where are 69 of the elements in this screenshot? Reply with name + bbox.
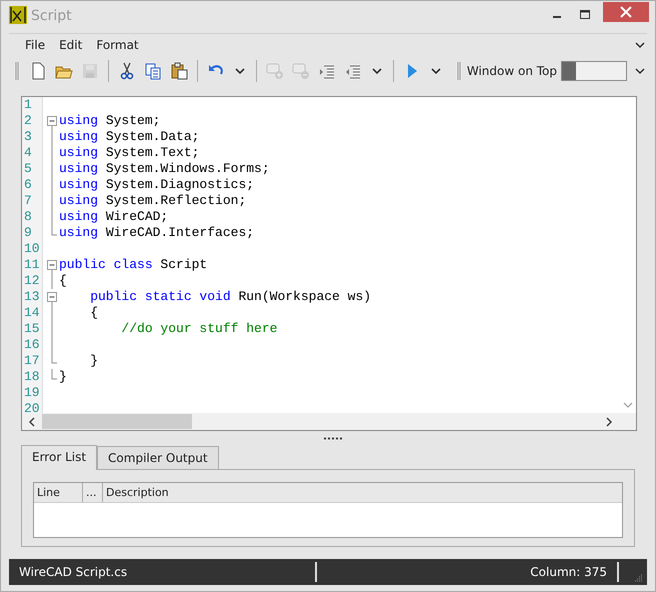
line-number: 16: [23, 337, 41, 353]
menu-item[interactable]: Format: [96, 38, 139, 52]
app-logo-icon: [9, 6, 27, 24]
line-number: 20: [23, 401, 41, 413]
code-line: }: [59, 369, 67, 385]
line-number: 6: [23, 177, 33, 193]
line-number: 10: [23, 241, 41, 257]
chevron-down-icon[interactable]: [635, 67, 645, 75]
line-number: 4: [23, 145, 33, 161]
window-on-top-label: Window on Top: [466, 64, 557, 78]
column-header[interactable]: ...: [83, 483, 103, 502]
line-number: 3: [23, 129, 33, 145]
chevron-down-icon[interactable]: [635, 41, 645, 49]
line-number: 17: [23, 353, 41, 369]
code-line: using WireCAD.Interfaces;: [59, 225, 254, 241]
column-header[interactable]: Description: [103, 483, 622, 502]
splitter-handle[interactable]: [323, 437, 343, 440]
scroll-right-icon[interactable]: [605, 416, 613, 426]
fold-toggle-icon[interactable]: [46, 289, 58, 305]
line-number: 19: [23, 385, 41, 401]
line-number: 18: [23, 369, 41, 385]
code-line: using System.Diagnostics;: [59, 177, 254, 193]
code-line: using System.Text;: [59, 145, 200, 161]
code-line: using System;: [59, 113, 160, 129]
fold-toggle-icon[interactable]: [46, 257, 58, 273]
code-editor[interactable]: [21, 96, 637, 431]
line-number: 7: [23, 193, 33, 209]
line-number: 5: [23, 161, 33, 177]
paste-icon[interactable]: [170, 62, 188, 80]
code-line: using WireCAD;: [59, 209, 168, 225]
code-line: public class Script: [59, 257, 208, 273]
code-line: {: [59, 273, 67, 289]
code-line: }: [89, 353, 98, 369]
fold-toggle-icon[interactable]: [46, 113, 58, 129]
menu-item[interactable]: File: [25, 38, 46, 52]
line-number: 12: [23, 273, 41, 289]
line-number: 2: [23, 113, 33, 129]
copy-icon[interactable]: [144, 62, 162, 80]
line-number: 15: [23, 321, 41, 337]
tab[interactable]: Compiler Output: [97, 446, 219, 469]
scroll-left-icon[interactable]: [28, 416, 36, 426]
caret-icon[interactable]: [431, 67, 441, 75]
line-number: 14: [23, 305, 41, 321]
menu-item[interactable]: Edit: [59, 38, 82, 52]
toolbar-grip[interactable]: [456, 62, 461, 80]
line-number: 1: [23, 97, 33, 113]
window-title: Script: [31, 8, 72, 24]
code-line: using System.Reflection;: [59, 193, 246, 209]
line-number: 11: [23, 257, 41, 273]
code-line: //do your stuff here: [120, 321, 278, 337]
cut-icon[interactable]: [118, 62, 136, 80]
toolbar-grip[interactable]: [15, 62, 19, 80]
code-line: public static void Run(Workspace ws): [89, 289, 372, 305]
code-line: {: [89, 305, 98, 321]
caret-icon[interactable]: [372, 67, 382, 75]
caret-icon[interactable]: [235, 67, 245, 75]
line-number: 8: [23, 209, 33, 225]
line-number: 13: [23, 289, 41, 305]
code-line: using System.Windows.Forms;: [59, 161, 270, 177]
close-button[interactable]: [603, 2, 649, 22]
status-file-name: WireCAD Script.cs: [18, 565, 128, 579]
line-number: 9: [23, 225, 33, 241]
code-line: using System.Data;: [59, 129, 200, 145]
resize-grip-icon[interactable]: [633, 573, 643, 583]
column-header[interactable]: Line: [34, 483, 83, 502]
tab[interactable]: Error List: [21, 445, 98, 470]
window-on-top-toggle[interactable]: [561, 61, 627, 81]
status-column: Column: 375: [530, 565, 607, 579]
scrollbar-thumb[interactable]: [42, 414, 192, 429]
